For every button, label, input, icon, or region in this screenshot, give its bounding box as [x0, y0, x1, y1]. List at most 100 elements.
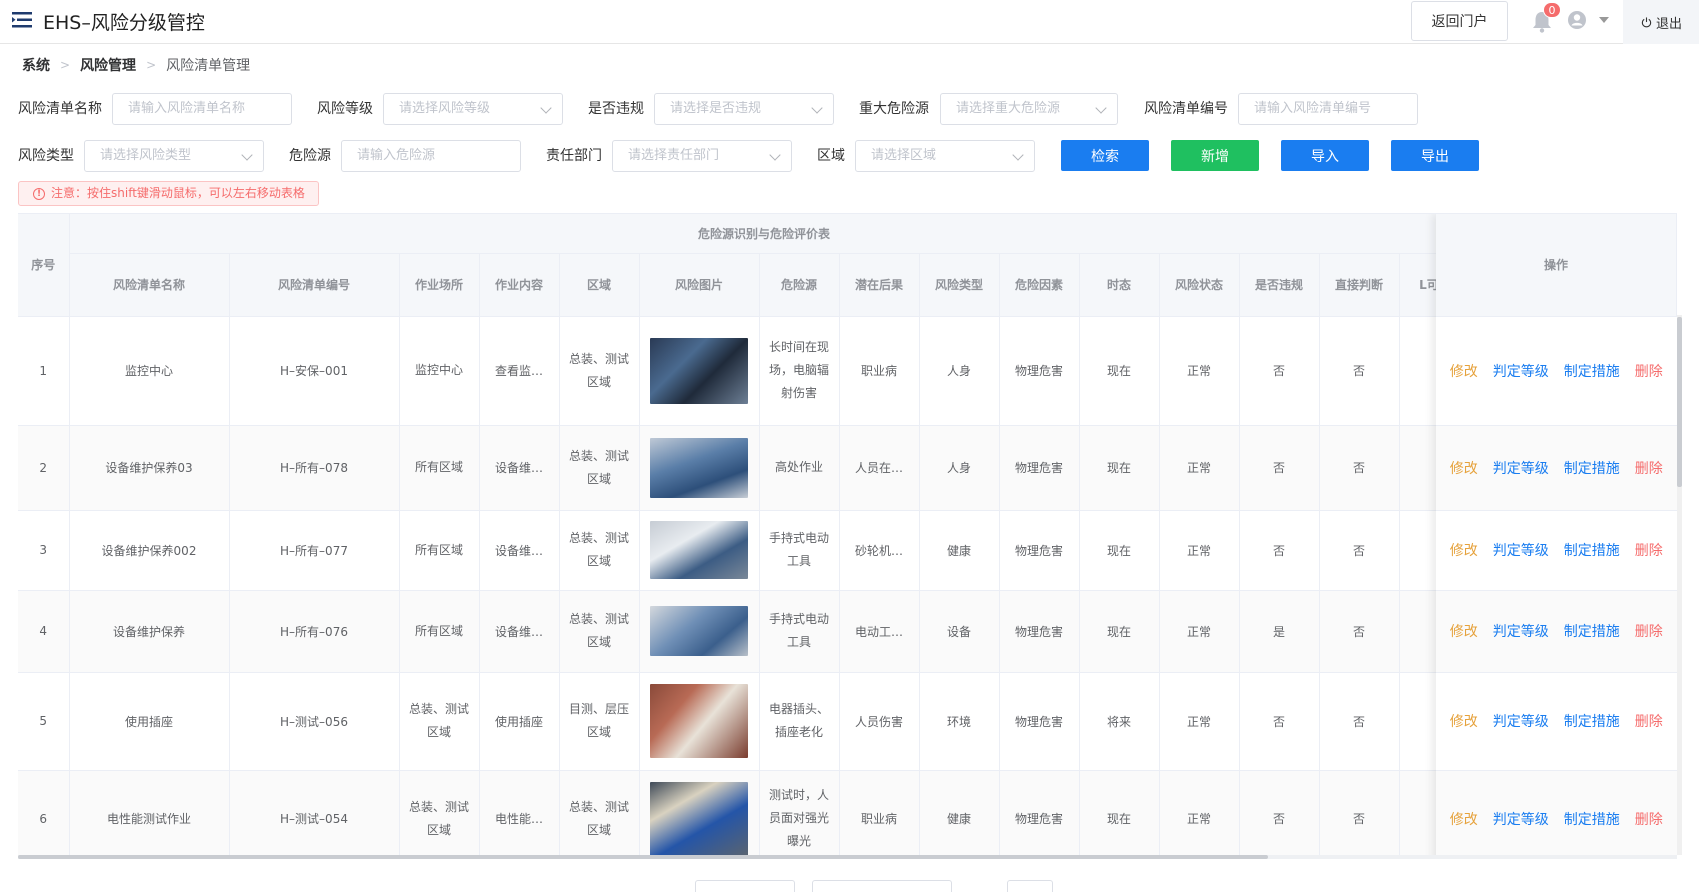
judge-level-link[interactable]: 判定等级: [1493, 458, 1549, 478]
export-button[interactable]: 导出: [1391, 140, 1479, 171]
row-consequence-text: 电动工…: [854, 624, 903, 639]
row-name: 设备维护保养: [69, 590, 230, 673]
edit-link[interactable]: 修改: [1450, 809, 1478, 829]
vertical-scrollbar[interactable]: [1677, 315, 1682, 855]
row-image: [639, 425, 760, 511]
row-factor-text: 物理危害: [1014, 812, 1063, 826]
page-size-select[interactable]: [695, 880, 795, 892]
row-place-text: 所有区域: [414, 460, 463, 474]
col-header-area: 区域: [559, 253, 640, 317]
chevron-down-icon[interactable]: [1599, 17, 1609, 23]
menu-toggle-icon[interactable]: [12, 10, 34, 30]
row-code-text: H–测试–056: [280, 714, 348, 729]
edit-link[interactable]: 修改: [1450, 540, 1478, 560]
import-button[interactable]: 导入: [1281, 140, 1369, 171]
delete-link[interactable]: 删除: [1635, 809, 1663, 829]
risk-table-main: 序号 危险源识别与危险评价表 风险清单名称 风险清单编号 作业场所 作业内容 区…: [18, 214, 1460, 858]
delete-link[interactable]: 删除: [1635, 458, 1663, 478]
row-code: H–测试–056: [229, 672, 400, 771]
row-status: 正常: [1159, 672, 1240, 771]
horizontal-scroll-thumb[interactable]: [18, 855, 1268, 859]
add-button[interactable]: 新增: [1171, 140, 1259, 171]
row-index: 1: [18, 316, 70, 426]
row-factor: 物理危害: [999, 770, 1080, 858]
judge-level-link[interactable]: 判定等级: [1493, 621, 1549, 641]
op-cell: 修改 判定等级 制定措施 删除: [1436, 590, 1677, 673]
risk-level-placeholder: 请选择风险等级: [399, 101, 491, 116]
risk-code-input[interactable]: 请输入风险清单编号: [1238, 93, 1418, 125]
area-placeholder: 请选择区域: [871, 148, 937, 163]
op-links: 修改 判定等级 制定措施 删除: [1436, 809, 1677, 829]
row-name: 监控中心: [69, 316, 230, 426]
row-area-text: 总装、测试区域: [568, 531, 629, 568]
major-hazard-select[interactable]: 请选择重大危险源: [940, 93, 1118, 125]
edit-link[interactable]: 修改: [1450, 458, 1478, 478]
horizontal-scrollbar[interactable]: [18, 855, 1677, 859]
make-measure-link[interactable]: 制定措施: [1564, 458, 1620, 478]
risk-type-select[interactable]: 请选择风险类型: [84, 140, 264, 172]
chevron-down-icon: [811, 102, 823, 114]
delete-link[interactable]: 删除: [1635, 711, 1663, 731]
judge-level-link[interactable]: 判定等级: [1493, 809, 1549, 829]
risk-photo[interactable]: [650, 684, 748, 758]
edit-link[interactable]: 修改: [1450, 621, 1478, 641]
make-measure-link[interactable]: 制定措施: [1564, 809, 1620, 829]
pagination[interactable]: [812, 880, 952, 892]
user-avatar-icon[interactable]: [1567, 10, 1587, 30]
row-type-text: 人身: [946, 364, 971, 378]
judge-level-link[interactable]: 判定等级: [1493, 361, 1549, 381]
delete-link[interactable]: 删除: [1635, 621, 1663, 641]
vertical-scroll-thumb[interactable]: [1677, 317, 1682, 487]
row-violation: 否: [1239, 510, 1320, 591]
breadcrumb-system[interactable]: 系统: [22, 55, 50, 75]
logout-button[interactable]: 退出: [1641, 13, 1682, 32]
make-measure-link[interactable]: 制定措施: [1564, 621, 1620, 641]
row-hazard: 电器插头、插座老化: [759, 672, 840, 771]
row-image: [639, 510, 760, 591]
search-button[interactable]: 检索: [1061, 140, 1149, 171]
page-jump-input[interactable]: [1007, 880, 1053, 892]
row-factor-text: 物理危害: [1014, 714, 1063, 729]
row-code: H–所有–077: [229, 510, 400, 591]
risk-photo[interactable]: [650, 337, 748, 404]
row-factor-text: 物理危害: [1014, 543, 1063, 558]
op-cell: 修改 判定等级 制定措施 删除: [1436, 316, 1677, 426]
risk-name-input[interactable]: 请输入风险清单名称: [112, 93, 292, 125]
risk-photo[interactable]: [650, 437, 748, 498]
make-measure-link[interactable]: 制定措施: [1564, 361, 1620, 381]
delete-link[interactable]: 删除: [1635, 540, 1663, 560]
violation-select[interactable]: 请选择是否违规: [654, 93, 834, 125]
row-image: [639, 316, 760, 426]
table-row: 6 电性能测试作业 H–测试–054 总装、测试区域 电性能… 总装、测试区域 测试时，人员…: [18, 770, 1460, 858]
edit-link[interactable]: 修改: [1450, 361, 1478, 381]
risk-type-placeholder: 请选择风险类型: [100, 148, 192, 163]
make-measure-link[interactable]: 制定措施: [1564, 540, 1620, 560]
op-row: 修改 判定等级 制定措施 删除: [1436, 425, 1677, 511]
row-place: 总装、测试区域: [399, 672, 480, 771]
violation-label: 是否违规: [588, 101, 644, 117]
risk-photo[interactable]: [650, 606, 748, 656]
row-consequence: 人员伤害: [839, 672, 920, 771]
judge-level-link[interactable]: 判定等级: [1493, 711, 1549, 731]
risk-photo[interactable]: [650, 521, 748, 579]
row-area: 总装、测试区域: [559, 425, 640, 511]
row-consequence-text: 人员伤害: [854, 714, 903, 729]
breadcrumb-risk-management[interactable]: 风险管理: [80, 55, 136, 75]
risk-level-select[interactable]: 请选择风险等级: [383, 93, 563, 125]
op-header: 操作: [1436, 214, 1677, 317]
area-select[interactable]: 请选择区域: [855, 140, 1035, 172]
row-tense: 现在: [1079, 316, 1160, 426]
delete-link[interactable]: 删除: [1635, 361, 1663, 381]
department-select[interactable]: 请选择责任部门: [612, 140, 792, 172]
row-tense-text: 现在: [1106, 461, 1131, 475]
judge-level-link[interactable]: 判定等级: [1493, 540, 1549, 560]
hazard-input[interactable]: 请输入危险源: [341, 140, 521, 172]
row-consequence: 电动工…: [839, 590, 920, 673]
risk-photo[interactable]: [650, 781, 748, 856]
return-portal-button[interactable]: 返回门户: [1411, 1, 1508, 41]
risk-table: 序号 危险源识别与危险评价表 风险清单名称 风险清单编号 作业场所 作业内容 区…: [18, 213, 1677, 858]
op-row: 修改 判定等级 制定措施 删除: [1436, 672, 1677, 771]
edit-link[interactable]: 修改: [1450, 711, 1478, 731]
make-measure-link[interactable]: 制定措施: [1564, 711, 1620, 731]
op-links: 修改 判定等级 制定措施 删除: [1436, 621, 1677, 641]
